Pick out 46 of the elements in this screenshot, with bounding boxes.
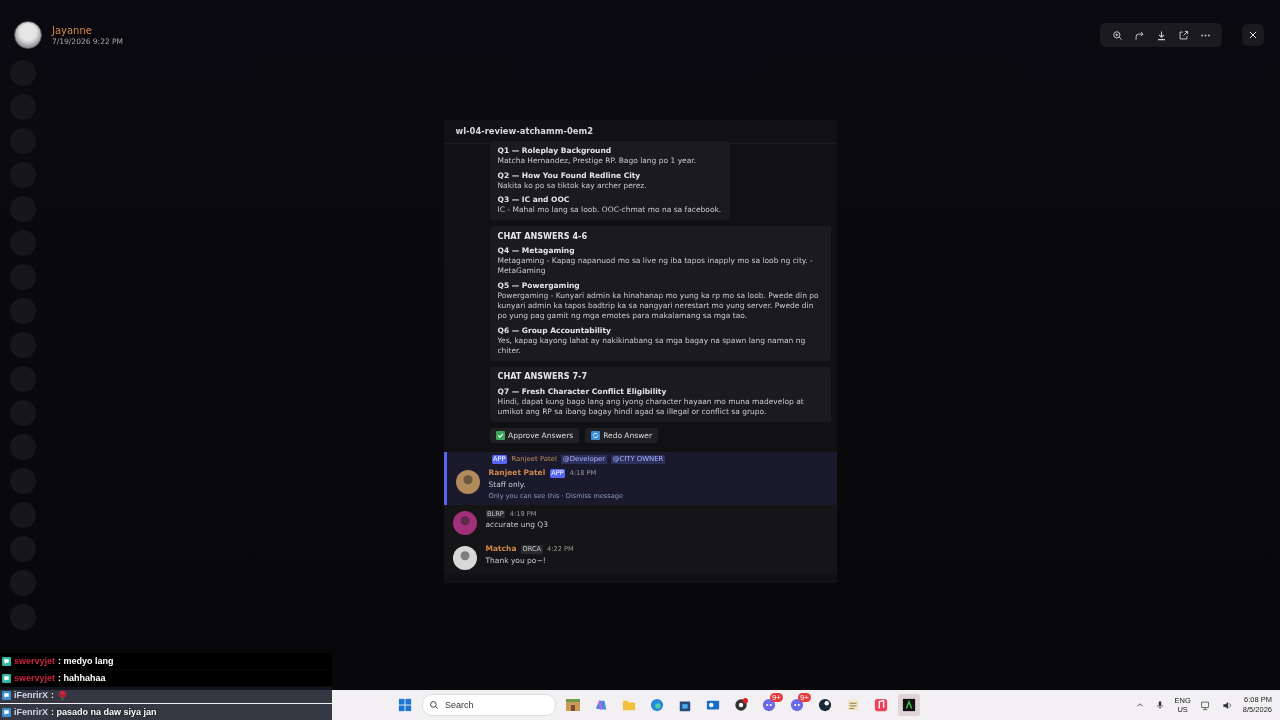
terminal-app-icon: [902, 698, 916, 712]
folder-icon: [622, 698, 636, 712]
chat-text: : pasado na daw siya jan: [51, 707, 157, 717]
chat-platform-icon: [2, 656, 11, 666]
rose-emoji-icon: [57, 689, 68, 701]
search-field[interactable]: Search: [422, 694, 556, 716]
chat-platform-icon: [2, 673, 11, 683]
card-title: CHAT ANSWERS 4-6: [497, 230, 588, 242]
checkmark-icon: [496, 430, 505, 440]
chat-username: swervyjet: [14, 673, 56, 683]
chat-text: :: [51, 690, 54, 700]
close-icon: [1248, 30, 1258, 40]
taskbar-app[interactable]: 9+: [758, 694, 780, 716]
taskbar-app[interactable]: [898, 694, 920, 716]
author-name: Jayanne: [52, 24, 93, 36]
avatar: [455, 469, 480, 494]
chat-text: : medyo lang: [58, 656, 114, 666]
taskbar-app[interactable]: 9+: [786, 694, 808, 716]
chat-username: iFenrirX: [14, 707, 48, 717]
chat-platform-icon: [2, 707, 11, 717]
external-link-icon: [1177, 29, 1189, 41]
close-button[interactable]: [1242, 24, 1264, 46]
browser-icon: [650, 698, 664, 712]
refresh-icon: [591, 430, 601, 440]
chat-username: iFenrirX: [14, 690, 48, 700]
forward-arrow-icon: [1133, 29, 1145, 41]
zoom-icon: [1111, 29, 1123, 41]
user-avatar: [14, 21, 42, 49]
notification-badge: 9+: [769, 693, 783, 702]
avatar: [452, 545, 477, 570]
microphone-icon: [1154, 700, 1165, 710]
chat-text: : hahhahaa: [58, 673, 106, 683]
chat-app-icon: [790, 698, 804, 712]
avatar: [452, 511, 477, 535]
chat-app-icon: [762, 698, 776, 712]
download-icon: [1155, 29, 1167, 41]
chat-username: swervyjet: [14, 656, 56, 666]
storefront-icon: [563, 697, 583, 713]
notepad-icon: [846, 698, 860, 712]
chat-platform-icon: [2, 690, 11, 700]
windows-logo-icon: [398, 698, 412, 712]
search-icon: [429, 700, 439, 710]
card-title: CHAT ANSWERS 7-7: [497, 371, 588, 383]
notification-badge: 9+: [797, 693, 811, 702]
recorder-icon: [734, 698, 748, 712]
network-icon: [1200, 699, 1212, 711]
